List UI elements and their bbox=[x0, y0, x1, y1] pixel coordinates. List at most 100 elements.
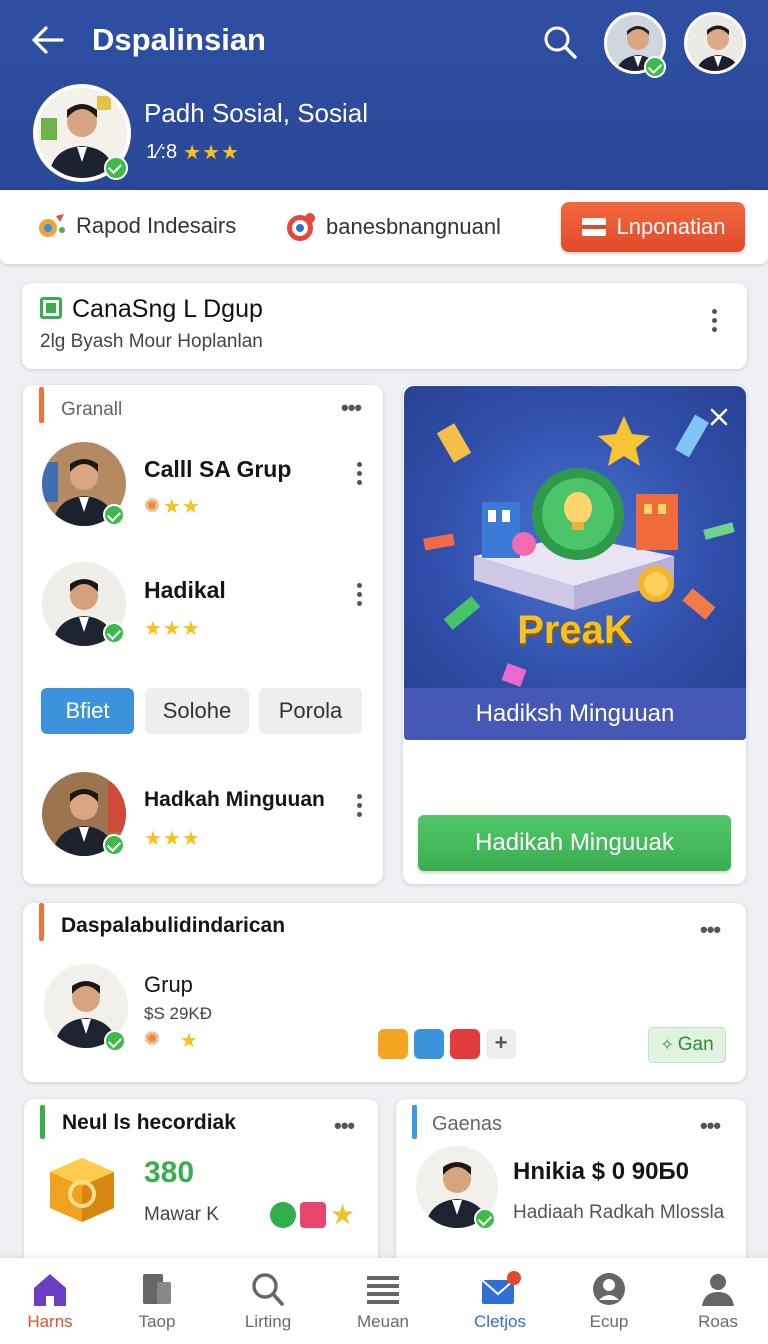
accent-bar bbox=[40, 1105, 45, 1139]
mail-icon bbox=[481, 1271, 521, 1304]
nav-cletjos[interactable]: Cletjos bbox=[450, 1270, 550, 1332]
nav-label: Taop bbox=[138, 1312, 176, 1331]
chip-bfiet[interactable]: Bfiet bbox=[41, 688, 134, 734]
strip-item-label: banesbnangnuanl bbox=[326, 214, 501, 239]
treasure-box-icon bbox=[50, 1158, 114, 1222]
games-name: Hnikia $ 0 90Б0 bbox=[513, 1158, 690, 1185]
nav-label: Meuan bbox=[357, 1312, 409, 1331]
accent-bar bbox=[39, 387, 44, 423]
green-square-icon bbox=[40, 297, 62, 319]
search-icon bbox=[252, 1273, 284, 1306]
close-icon[interactable] bbox=[710, 408, 728, 426]
gift-icon bbox=[300, 1202, 326, 1228]
stats-label: Mawar K bbox=[144, 1204, 219, 1225]
nav-roas[interactable]: Roas bbox=[668, 1270, 768, 1332]
member-name: Calll SA Grup bbox=[144, 456, 292, 482]
badge-icon: ✺ bbox=[144, 496, 160, 517]
flag-icon bbox=[581, 218, 606, 236]
more-vertical-icon[interactable] bbox=[357, 794, 363, 821]
nav-home[interactable]: Harns bbox=[0, 1270, 100, 1332]
chart-app-icon[interactable] bbox=[414, 1029, 444, 1059]
more-vertical-icon[interactable] bbox=[357, 462, 363, 489]
account-circle-icon bbox=[593, 1273, 625, 1305]
group-subtitle: 2lg Byash Mour Hoplanlan bbox=[40, 331, 263, 352]
person-icon bbox=[702, 1274, 734, 1306]
nav-lirting[interactable]: Lirting bbox=[218, 1270, 318, 1332]
nav-taop[interactable]: Taop bbox=[107, 1270, 207, 1332]
sparkle-icon: ✧ bbox=[660, 1037, 674, 1054]
verified-check-icon bbox=[104, 156, 128, 180]
button-label: Gan bbox=[677, 1034, 714, 1055]
verified-check-icon bbox=[474, 1208, 496, 1230]
strip-item-label: Rapod Indesairs bbox=[76, 213, 237, 238]
gan-button[interactable]: ✧ Gan bbox=[648, 1027, 726, 1063]
promo-graphic-text: PreaK bbox=[517, 608, 633, 652]
menu-list-icon bbox=[367, 1276, 399, 1304]
more-horizontal-icon[interactable]: ••• bbox=[700, 917, 721, 943]
lnponatian-button[interactable]: Lnponatian bbox=[561, 202, 745, 252]
button-label: Lnponatian bbox=[616, 214, 726, 239]
nav-label: Ecup bbox=[589, 1312, 629, 1331]
stats-heading: Neul ls hecordiak bbox=[62, 1111, 236, 1134]
profile-name: Padh Sosial, Sosial bbox=[144, 98, 369, 128]
person-portrait-icon bbox=[687, 15, 743, 71]
bottom-navigation: Harns Taop Lirting Meuan Cletjos Ecup Ro… bbox=[0, 1258, 768, 1344]
star-rating-icon: ★ bbox=[179, 1030, 199, 1052]
member-name: Hadikal bbox=[144, 577, 226, 603]
star-rating-icon: ★★★ bbox=[183, 142, 240, 164]
chip-solohe[interactable]: Solohe bbox=[145, 688, 249, 734]
promo-caption: Hadiksh Minguuan bbox=[404, 688, 746, 740]
member-name: Hadkah Minguuan bbox=[144, 788, 325, 811]
target-pin-icon bbox=[287, 213, 315, 241]
featured-rating: ✺ ★ bbox=[144, 1028, 199, 1053]
accent-bar bbox=[39, 903, 44, 941]
document-icon bbox=[143, 1274, 171, 1304]
profile-count: 1⁄:8 bbox=[146, 141, 178, 163]
search-icon[interactable] bbox=[542, 24, 578, 60]
banesbnangnuanl-link[interactable]: banesbnangnuanl bbox=[284, 210, 501, 244]
chip-porola[interactable]: Porola bbox=[259, 688, 362, 734]
rapod-indesairs-link[interactable]: Rapod Indesairs bbox=[36, 210, 236, 242]
more-horizontal-icon[interactable]: ••• bbox=[334, 1113, 355, 1139]
accent-bar bbox=[412, 1105, 417, 1139]
nav-label: Cletjos bbox=[474, 1312, 526, 1331]
page-title: Dspalinsian bbox=[92, 22, 266, 57]
member-rating: ✺ ★★ bbox=[144, 494, 201, 519]
games-heading: Gaenas bbox=[432, 1113, 503, 1135]
app-header: Dspalinsian Padh Sosial, Sosial 1⁄:8 ★★★ bbox=[0, 0, 768, 190]
group-card[interactable]: CanaSng L Dgup 2lg Byash Mour Hoplanlan bbox=[22, 283, 747, 369]
featured-app-icons: + bbox=[378, 1029, 516, 1059]
home-icon bbox=[34, 1274, 66, 1306]
nav-label: Lirting bbox=[244, 1312, 292, 1331]
coin-icon bbox=[270, 1202, 296, 1228]
nav-label: Harns bbox=[27, 1312, 73, 1331]
nav-meuan[interactable]: Meuan bbox=[333, 1270, 433, 1332]
promo-action-button[interactable]: Hadikah Minguuak bbox=[418, 815, 731, 871]
verified-check-icon bbox=[104, 1030, 126, 1052]
back-arrow-icon[interactable] bbox=[30, 24, 66, 56]
profile-rating: 1⁄:8 ★★★ bbox=[146, 140, 240, 165]
nav-label: Roas bbox=[698, 1312, 738, 1331]
verified-check-icon bbox=[644, 56, 666, 78]
add-icon[interactable]: + bbox=[486, 1029, 516, 1059]
more-vertical-icon[interactable] bbox=[357, 583, 363, 610]
puzzle-app-icon[interactable] bbox=[450, 1029, 480, 1059]
tv-app-icon[interactable] bbox=[378, 1029, 408, 1059]
list-heading: Granall bbox=[61, 399, 123, 420]
group-title: CanaSng L Dgup bbox=[72, 295, 263, 323]
stats-value: 380 bbox=[144, 1156, 195, 1189]
star-rating-icon: ★★ bbox=[162, 496, 201, 518]
featured-name: Grup bbox=[144, 972, 193, 997]
star-icon: ★ bbox=[330, 1199, 356, 1230]
promo-banner[interactable]: PreaK Hadiksh Minguuan bbox=[404, 386, 746, 740]
verified-check-icon bbox=[103, 504, 125, 526]
more-horizontal-icon[interactable]: ••• bbox=[700, 1113, 721, 1139]
more-horizontal-icon[interactable]: ••• bbox=[341, 395, 362, 421]
nav-ecup[interactable]: Ecup bbox=[559, 1270, 659, 1332]
party-popper-icon bbox=[39, 214, 65, 237]
badge-icon: ✺ bbox=[144, 1029, 160, 1050]
star-rating-icon: ★★★ bbox=[144, 828, 201, 850]
verified-check-icon bbox=[103, 834, 125, 856]
user-avatar[interactable] bbox=[684, 12, 746, 74]
more-vertical-icon[interactable] bbox=[712, 309, 718, 336]
